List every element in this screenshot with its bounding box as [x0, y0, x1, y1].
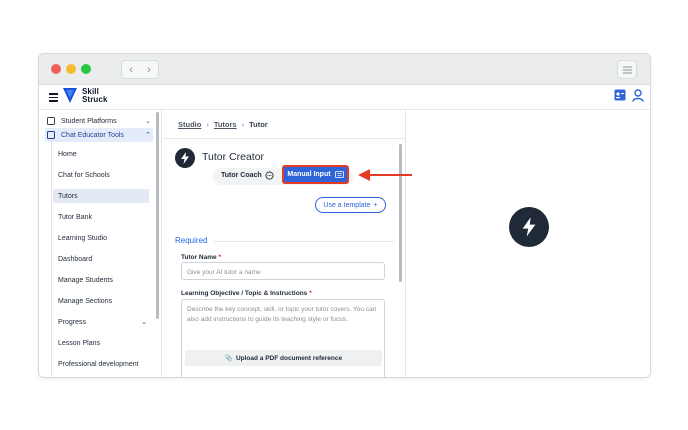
main-panel: Studio › Tutors › Tutor Tutor Creator Tu… [163, 110, 405, 377]
use-template-label: Use a template [323, 201, 371, 209]
sidebar-item-tutors[interactable]: Tutors [53, 189, 149, 203]
back-arrow-icon[interactable]: ‹ [122, 61, 140, 78]
required-marker: * [309, 290, 312, 297]
tutor-name-label: Tutor Name * [181, 254, 221, 261]
divider [163, 138, 405, 139]
sidebar-item-home[interactable]: Home [53, 147, 149, 161]
objective-label-text: Learning Objective / Topic & Instruction… [181, 290, 308, 297]
close-window-button[interactable] [51, 64, 61, 74]
page-title: Tutor Creator [202, 151, 265, 163]
logo-shield-icon [63, 88, 77, 103]
tab-tutor-coach[interactable]: Tutor Coach [221, 171, 274, 180]
annotation-arrow-icon [358, 169, 412, 181]
section-heading-required: Required [175, 236, 208, 245]
forward-arrow-icon[interactable]: › [140, 61, 158, 78]
sidebar: Student Platforms ⌄ Chat Educator Tools … [39, 110, 162, 377]
tutor-name-input[interactable]: Give your AI tutor a name [181, 262, 385, 280]
history-nav: ‹ › [121, 60, 159, 79]
breadcrumb-tutors[interactable]: Tutors [214, 120, 237, 129]
chevron-up-icon: ⌃ [145, 132, 151, 139]
paperclip-icon: 📎 [224, 355, 233, 362]
sidebar-item-tutor-bank[interactable]: Tutor Bank [53, 210, 149, 224]
sidebar-item-progress[interactable]: Progress ⌄ [53, 315, 149, 329]
breadcrumb-current: Tutor [249, 120, 268, 129]
breadcrumb-studio[interactable]: Studio [178, 120, 201, 129]
chevron-right-icon: › [241, 120, 245, 129]
sidebar-group-label: Chat Educator Tools [61, 131, 124, 139]
window-titlebar: ‹ › [39, 54, 650, 85]
lightning-bolt-icon [509, 207, 549, 247]
chat-bolt-icon [47, 131, 55, 139]
hamburger-menu-icon[interactable] [49, 93, 58, 102]
chevron-down-icon: ⌄ [145, 118, 151, 125]
objective-textarea[interactable]: Describe the key concept, skill, or topi… [181, 299, 385, 377]
sidebar-item-chat-for-schools[interactable]: Chat for Schools [53, 168, 149, 182]
sidebar-item-learning-studio[interactable]: Learning Studio [53, 231, 149, 245]
sidebar-item-dashboard[interactable]: Dashboard [53, 252, 149, 266]
main-scrollbar[interactable] [399, 144, 402, 282]
chevron-right-icon: › [206, 120, 209, 129]
sidebar-item-professional-development[interactable]: Professional development [53, 357, 149, 371]
chevron-down-icon: ⌄ [141, 319, 147, 326]
minimize-window-button[interactable] [66, 64, 76, 74]
sidebar-group-student-platforms[interactable]: Student Platforms ⌄ [45, 114, 153, 128]
sliders-icon [622, 66, 632, 73]
maximize-window-button[interactable] [81, 64, 91, 74]
chat-bubble-icon [265, 171, 274, 180]
sidebar-scrollbar[interactable] [156, 112, 159, 319]
objective-label: Learning Objective / Topic & Instruction… [181, 290, 312, 297]
app-header: Skill Struck [39, 85, 650, 110]
window-icon [47, 117, 55, 125]
plus-icon: + [373, 201, 378, 209]
user-profile-icon[interactable] [632, 89, 644, 102]
breadcrumb: Studio › Tutors › Tutor [178, 120, 268, 129]
id-card-icon[interactable] [614, 89, 626, 101]
keyboard-icon [334, 171, 344, 178]
logo-text-line2: Struck [82, 94, 108, 104]
sidebar-item-lesson-plans[interactable]: Lesson Plans [53, 336, 149, 350]
upload-pdf-button[interactable]: 📎 Upload a PDF document reference [185, 350, 382, 366]
preview-panel [405, 110, 650, 377]
sidebar-group-label: Student Platforms [61, 117, 117, 125]
browser-menu-button[interactable] [617, 60, 637, 79]
skillstruck-logo[interactable]: Skill Struck [62, 87, 108, 104]
sidebar-item-manage-sections[interactable]: Manage Sections [53, 294, 149, 308]
sidebar-item-label: Progress [58, 318, 87, 326]
objective-placeholder: Describe the key concept, skill, or topi… [187, 306, 377, 323]
sidebar-tree-line [51, 139, 52, 377]
browser-window: ‹ › Skill Struck Student Platforms ⌄ Cha… [38, 53, 651, 378]
sidebar-item-manage-students[interactable]: Manage Students [53, 273, 149, 287]
required-marker: * [218, 254, 221, 261]
section-divider [214, 241, 394, 242]
tab-manual-input[interactable]: Manual Input [282, 165, 349, 184]
lightning-bolt-icon [175, 148, 195, 168]
sidebar-group-chat-educator-tools[interactable]: Chat Educator Tools ⌃ [45, 128, 153, 142]
upload-pdf-label: Upload a PDF document reference [235, 354, 343, 362]
use-template-button[interactable]: Use a template + [315, 197, 386, 213]
tab-label: Manual Input [287, 171, 331, 178]
tab-label: Tutor Coach [221, 172, 262, 179]
tutor-name-label-text: Tutor Name [181, 254, 217, 261]
